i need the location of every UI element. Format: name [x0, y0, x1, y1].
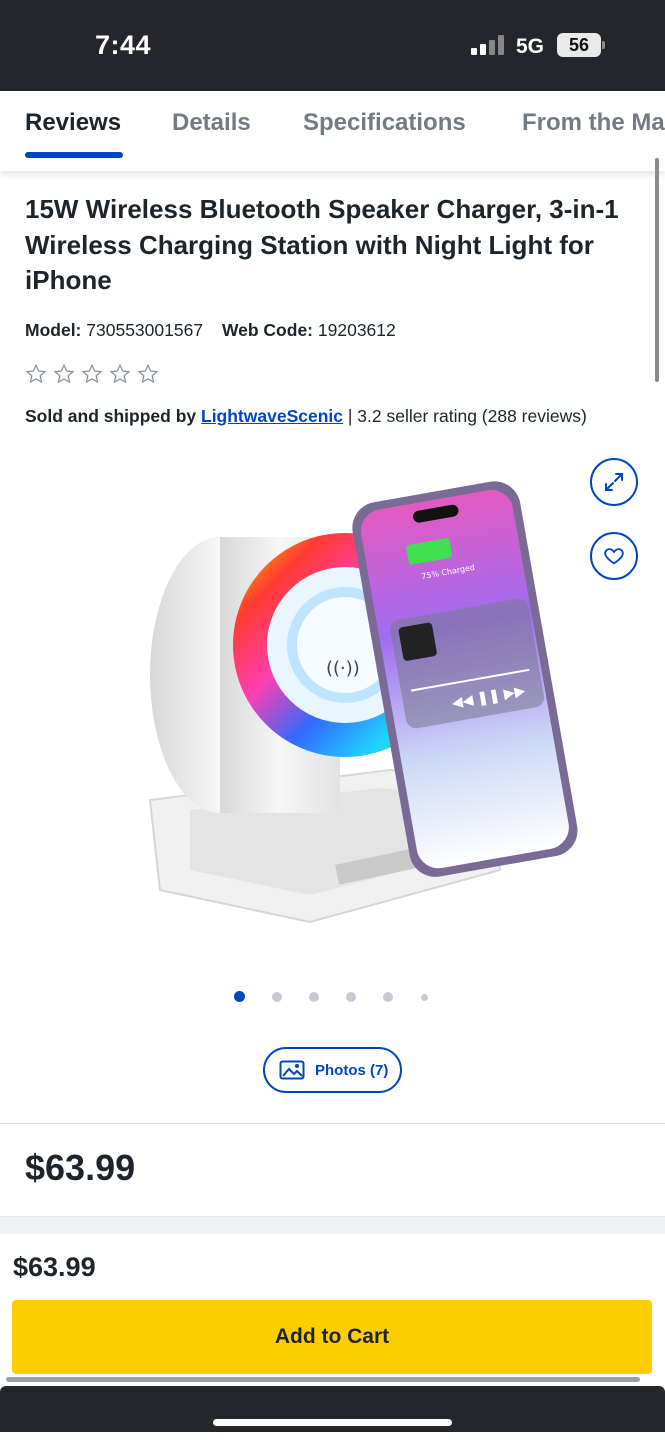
carousel-dot[interactable] [421, 994, 428, 1001]
rating-stars[interactable] [25, 363, 165, 389]
seller-rating: | 3.2 seller rating (288 reviews) [347, 406, 587, 426]
sold-by-label: Sold and shipped by [25, 406, 197, 426]
tab-bar: Reviews Details Specifications From the … [0, 91, 665, 171]
scrollbar[interactable] [655, 158, 659, 382]
webcode-value: 19203612 [317, 320, 396, 340]
status-bar: 7:44 5G 56 [0, 0, 665, 91]
footer-price: $63.99 [13, 1252, 96, 1282]
carousel-dot[interactable] [383, 992, 393, 1002]
carousel-dot[interactable] [272, 992, 282, 1002]
carousel-dot[interactable] [346, 992, 356, 1002]
photos-button[interactable]: Photos (7) [263, 1047, 402, 1093]
tab-details[interactable]: Details [172, 109, 251, 137]
carousel-dot-active[interactable] [234, 991, 245, 1002]
tab-from-the-manufacturer[interactable]: From the Ma [522, 109, 665, 137]
status-time: 7:44 [95, 30, 152, 60]
section-separator [0, 1216, 665, 1234]
section-divider [0, 1123, 665, 1124]
star-icon [109, 363, 131, 384]
svg-text:((·)): ((·)) [326, 658, 360, 679]
model-value: 730553001567 [86, 320, 204, 340]
image-icon [279, 1060, 305, 1080]
expand-image-button[interactable] [590, 458, 638, 506]
star-icon [25, 363, 47, 384]
star-icon [53, 363, 75, 384]
star-icon [81, 363, 103, 384]
photos-label: Photos (7) [315, 1062, 389, 1079]
home-bar-area [0, 1386, 665, 1432]
tab-reviews[interactable]: Reviews [25, 109, 121, 137]
battery-icon: 56 [557, 33, 605, 57]
carousel-dot[interactable] [309, 992, 319, 1002]
tab-active-indicator [25, 152, 123, 158]
tab-specifications[interactable]: Specifications [303, 109, 466, 137]
seller-link[interactable]: LightwaveScenic [201, 406, 343, 426]
model-row: Model: 730553001567 Web Code: 19203612 [25, 320, 396, 341]
product-price: $63.99 [25, 1147, 136, 1188]
seller-row: Sold and shipped by LightwaveScenic | 3.… [25, 406, 587, 427]
footer-scroll-indicator [6, 1377, 640, 1382]
model-label: Model: [25, 320, 82, 340]
expand-arrows-icon [605, 473, 623, 491]
heart-icon [604, 548, 624, 565]
network-label: 5G [516, 35, 545, 58]
sticky-cart-bar: $63.99 Add to Cart [0, 1234, 665, 1380]
webcode-label: Web Code: [221, 320, 314, 340]
add-to-cart-button[interactable]: Add to Cart [12, 1300, 652, 1374]
battery-level: 56 [557, 33, 601, 57]
product-title: 15W Wireless Bluetooth Speaker Charger, … [25, 194, 619, 295]
add-to-cart-label: Add to Cart [274, 1325, 390, 1348]
signal-icon [471, 35, 507, 55]
save-favorite-button[interactable] [590, 532, 638, 580]
home-indicator[interactable] [213, 1419, 452, 1426]
star-icon [137, 363, 159, 384]
product-image[interactable]: ((·)) 75% Charged ◀◀ ❚❚ ▶▶ [130, 470, 590, 940]
